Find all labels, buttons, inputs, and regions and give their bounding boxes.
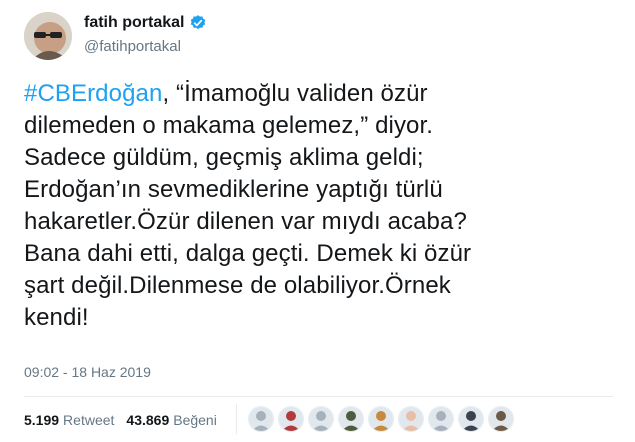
avatar-icon — [399, 407, 423, 431]
tweet-line: #CBErdoğan, “İmamoğlu validen özür — [24, 78, 624, 110]
tweet-line: şart değil.Dilenmese de olabiliyor.Örnek — [24, 272, 451, 299]
avatar-icon — [309, 407, 333, 431]
user-display-name[interactable]: fatih portakal — [84, 14, 207, 32]
divider — [24, 396, 613, 397]
liker-avatar-5[interactable] — [368, 406, 394, 432]
liker-avatar-2[interactable] — [278, 406, 304, 432]
tweet-line: Erdoğan’ın sevmediklerine yaptığı türlü — [24, 176, 443, 203]
retweet-label: Retweet — [63, 412, 115, 428]
liker-avatar-6[interactable] — [398, 406, 424, 432]
profile-photo-icon — [24, 12, 72, 60]
liker-avatar-7[interactable] — [428, 406, 454, 432]
liker-avatar-8[interactable] — [458, 406, 484, 432]
liker-avatars — [248, 406, 518, 432]
user-handle[interactable]: @fatihportakal — [84, 38, 181, 55]
avatar-icon — [459, 407, 483, 431]
tweet-line-text: , “İmamoğlu validen özür — [162, 80, 428, 107]
tweet-line: dilemeden o makama gelemez,” diyor. — [24, 112, 434, 139]
avatar-icon — [369, 407, 393, 431]
tweet-timestamp[interactable]: 09:02 - 18 Haz 2019 — [24, 364, 151, 380]
stats-separator — [236, 404, 237, 434]
tweet-line: kendi! — [24, 304, 89, 331]
liker-avatar-1[interactable] — [248, 406, 274, 432]
avatar-icon — [249, 407, 273, 431]
retweet-stat[interactable]: 5.199 Retweet — [24, 412, 114, 428]
tweet-text: #CBErdoğan, “İmamoğlu validen özür dilem… — [24, 78, 624, 334]
avatar-icon — [489, 407, 513, 431]
tweet-line: hakaretler.Özür dilenen var mıydı acaba? — [24, 208, 467, 235]
liker-avatar-9[interactable] — [488, 406, 514, 432]
display-name-text: fatih portakal — [84, 14, 185, 31]
verified-badge-icon — [189, 14, 207, 32]
hashtag-link[interactable]: #CBErdoğan — [24, 80, 162, 107]
avatar[interactable] — [24, 12, 72, 60]
liker-avatar-4[interactable] — [338, 406, 364, 432]
avatar-icon — [339, 407, 363, 431]
like-stat[interactable]: 43.869 Beğeni — [126, 412, 216, 428]
tweet-stats: 5.199 Retweet 43.869 Beğeni — [24, 412, 229, 428]
tweet-line: Bana dahi etti, dalga geçti. Demek ki öz… — [24, 240, 472, 267]
retweet-count: 5.199 — [24, 412, 60, 428]
like-count: 43.869 — [126, 412, 170, 428]
liker-avatar-3[interactable] — [308, 406, 334, 432]
like-label: Beğeni — [173, 412, 217, 428]
tweet-line: Sadece güldüm, geçmiş aklima geldi; — [24, 144, 424, 171]
avatar-icon — [429, 407, 453, 431]
avatar-icon — [279, 407, 303, 431]
